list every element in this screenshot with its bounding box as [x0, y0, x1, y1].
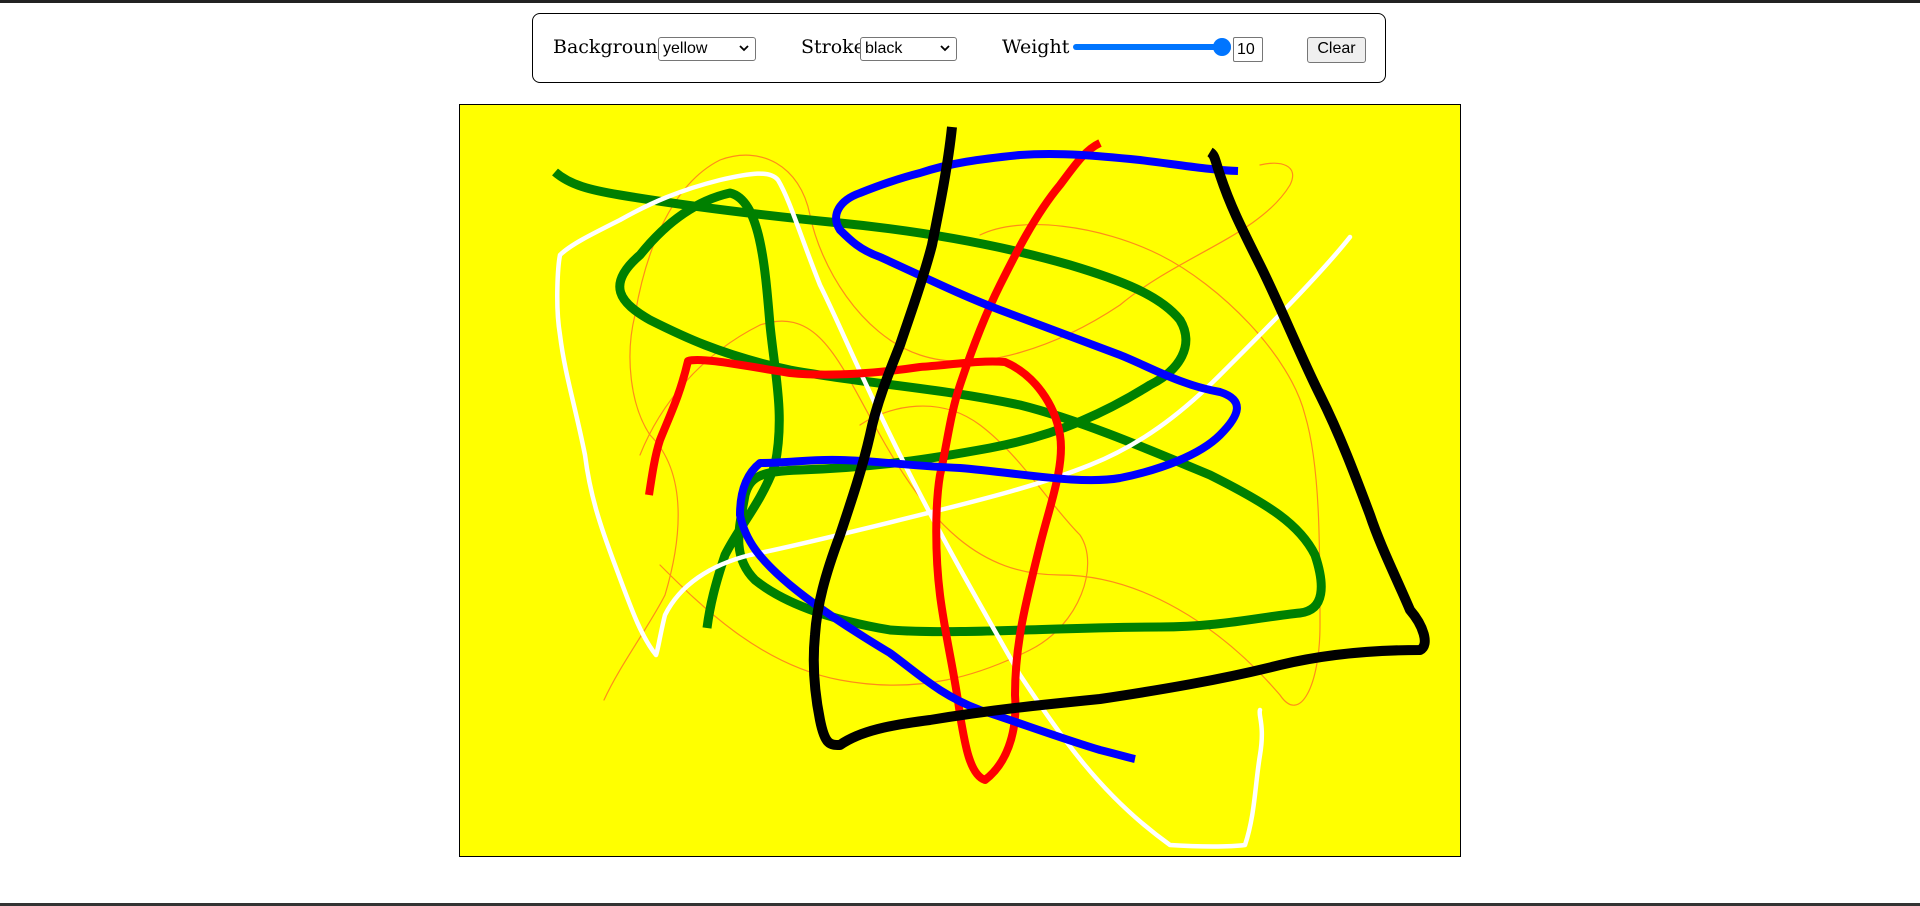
chevron-down-icon	[739, 45, 749, 52]
background-select-value: yellow	[663, 40, 708, 57]
stroke-select[interactable]: black	[860, 37, 957, 61]
stroke-select-value: black	[865, 40, 903, 57]
background-label: Background	[553, 36, 670, 58]
top-border	[0, 0, 1920, 3]
weight-slider-thumb[interactable]	[1213, 38, 1231, 56]
clear-button[interactable]: Clear	[1307, 37, 1366, 63]
drawing-canvas[interactable]	[459, 104, 1461, 857]
canvas-background	[460, 105, 1460, 856]
weight-slider[interactable]	[1073, 38, 1231, 56]
stroke-label: Stroke	[801, 36, 865, 58]
weight-slider-fill	[1073, 44, 1222, 50]
weight-label: Weight	[1002, 36, 1070, 58]
chevron-down-icon	[940, 45, 950, 52]
drawing-toolbar: Background yellow Stroke black Weight 10…	[532, 13, 1386, 83]
background-select[interactable]: yellow	[658, 37, 756, 61]
weight-number-input[interactable]: 10	[1233, 37, 1263, 62]
